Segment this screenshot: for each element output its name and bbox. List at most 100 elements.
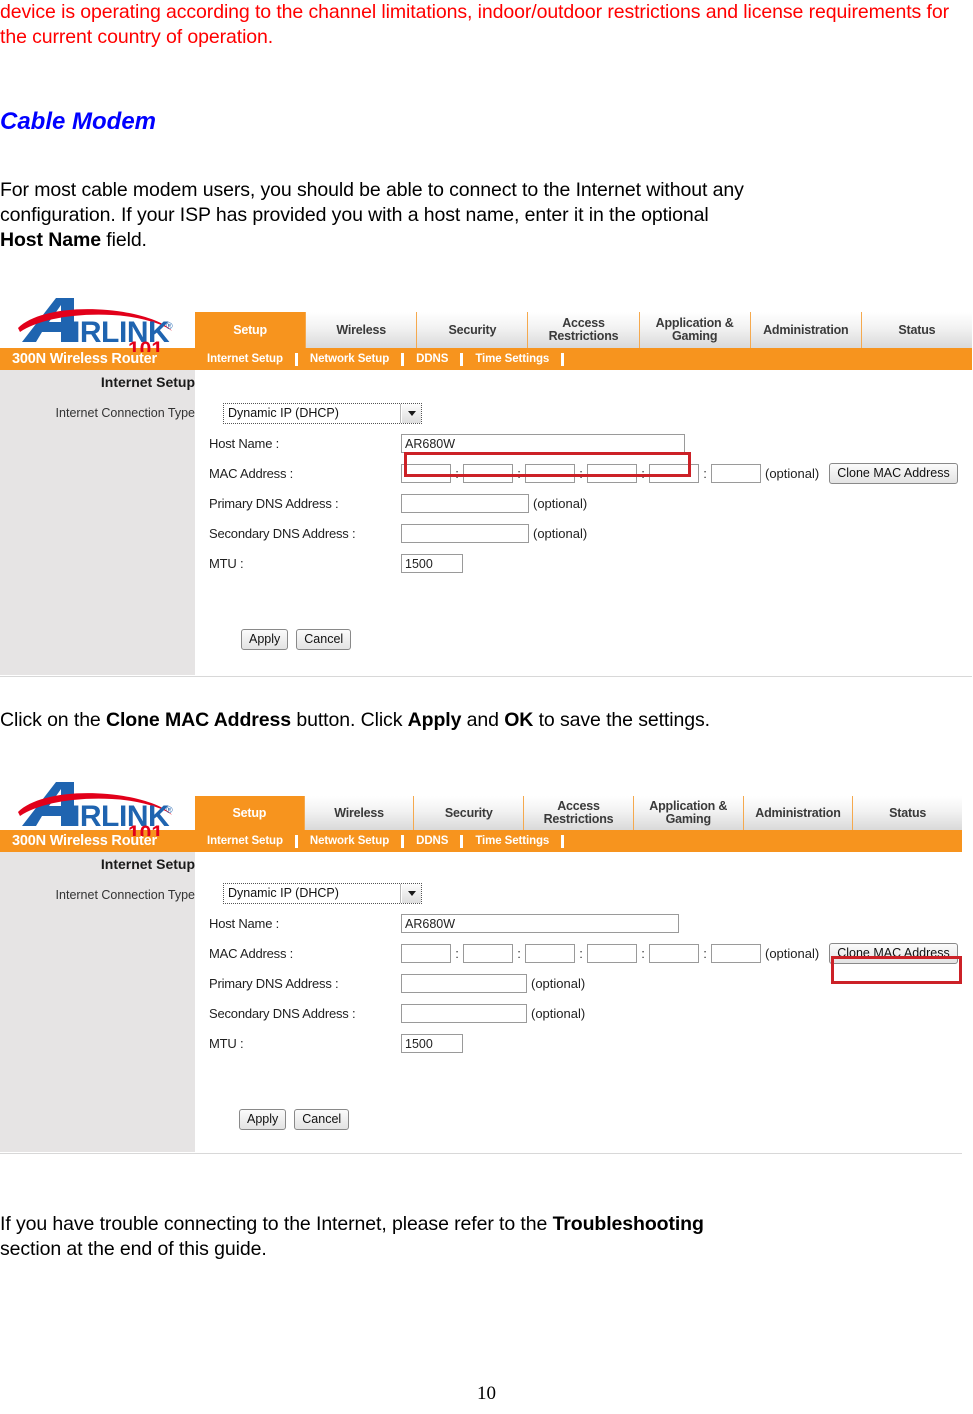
secondary-dns-label: Secondary DNS Address : xyxy=(209,1005,356,1021)
closing-part2: section at the end of this guide. xyxy=(0,1238,267,1260)
tab-access-restrictions[interactable]: Access Restrictions xyxy=(524,796,634,830)
chevron-down-icon[interactable] xyxy=(401,883,421,903)
svg-text:IRL: IRL xyxy=(72,316,119,349)
svg-text:101: 101 xyxy=(128,338,163,352)
tab-administration[interactable]: Administration xyxy=(743,796,854,830)
mac-octet-6[interactable] xyxy=(711,943,761,963)
connection-type-select[interactable]: Dynamic IP (DHCP) xyxy=(223,882,422,904)
router-form-panel: Dynamic IP (DHCP) Host Name : AR680W MAC… xyxy=(195,852,962,1152)
mac-octet-5[interactable] xyxy=(649,943,699,963)
tab-access-restrictions[interactable]: Access Restrictions xyxy=(528,312,640,348)
secondary-dns-input[interactable] xyxy=(401,1003,527,1023)
tab-setup[interactable]: Setup xyxy=(195,796,305,830)
secondary-dns-note: (optional) xyxy=(533,525,588,541)
mtu-input[interactable]: 1500 xyxy=(401,553,463,573)
host-name-input[interactable]: AR680W xyxy=(401,433,685,453)
apply-button[interactable]: Apply xyxy=(239,1108,287,1130)
mac-colon: : xyxy=(703,945,707,961)
closing-part1: If you have trouble connecting to the In… xyxy=(0,1213,553,1235)
cancel-button[interactable]: Cancel xyxy=(294,1108,350,1130)
airlink-logo-icon: IRL INK ® 101 xyxy=(18,782,173,836)
primary-dns-input[interactable] xyxy=(401,493,529,513)
connection-type-select[interactable]: Dynamic IP (DHCP) xyxy=(223,402,422,424)
mac-address-label: MAC Address : xyxy=(209,945,294,961)
mac-octet-2[interactable] xyxy=(463,943,513,963)
chevron-down-icon[interactable] xyxy=(401,403,421,423)
tab-administration[interactable]: Administration xyxy=(750,312,862,348)
mac-colon: : xyxy=(517,945,521,961)
tab-application-gaming-label: Application & Gaming xyxy=(649,799,728,826)
secondary-dns-input[interactable] xyxy=(401,523,529,543)
subnav-ddns[interactable]: DDNS xyxy=(404,353,460,365)
router-side-panel: Internet Setup Internet Connection Type xyxy=(0,852,195,1152)
mac-octet-1[interactable] xyxy=(401,943,451,963)
subnav-internet-setup[interactable]: Internet Setup xyxy=(195,353,295,365)
connection-type-value: Dynamic IP (DHCP) xyxy=(224,403,401,423)
tab-security[interactable]: Security xyxy=(417,312,529,348)
router-subnav[interactable]: Internet Setup Network Setup DDNS Time S… xyxy=(195,352,565,366)
subnav-network-setup[interactable]: Network Setup xyxy=(298,835,401,847)
side-panel-connection-type-label: Internet Connection Type xyxy=(55,406,195,420)
subnav-time-settings[interactable]: Time Settings xyxy=(463,835,561,847)
host-name-input[interactable]: AR680W xyxy=(401,913,679,933)
subnav-internet-setup[interactable]: Internet Setup xyxy=(195,835,295,847)
mac-optional-note: (optional) xyxy=(765,465,820,481)
tab-security[interactable]: Security xyxy=(414,796,525,830)
mac-address-label: MAC Address : xyxy=(209,465,294,481)
svg-text:101: 101 xyxy=(128,822,163,836)
row-mtu: MTU : 1500 xyxy=(209,1028,962,1058)
mac-octet-4[interactable] xyxy=(587,463,637,483)
warning-paragraph: device is operating according to the cha… xyxy=(0,0,973,50)
mac-colon: : xyxy=(641,465,645,481)
mid-caption-part2: button. Click xyxy=(291,709,408,731)
mac-octet-3[interactable] xyxy=(525,463,575,483)
primary-dns-input[interactable] xyxy=(401,973,527,993)
row-host-name: Host Name : AR680W xyxy=(209,428,972,458)
subnav-network-setup[interactable]: Network Setup xyxy=(298,353,401,365)
tab-access-restrictions-label: Access Restrictions xyxy=(548,316,619,343)
mac-octet-1[interactable] xyxy=(401,463,451,483)
mac-octet-2[interactable] xyxy=(463,463,513,483)
router-tab-bar[interactable]: Setup Wireless Security Access Restricti… xyxy=(195,294,972,348)
side-panel-title: Internet Setup xyxy=(100,856,195,872)
mac-octet-4[interactable] xyxy=(587,943,637,963)
subnav-ddns[interactable]: DDNS xyxy=(404,835,460,847)
tab-status-label: Status xyxy=(889,805,927,820)
cancel-button[interactable]: Cancel xyxy=(296,628,352,650)
secondary-dns-label: Secondary DNS Address : xyxy=(209,525,356,541)
row-connection-type: Dynamic IP (DHCP) xyxy=(209,398,972,428)
tab-status[interactable]: Status xyxy=(861,312,972,348)
apply-button[interactable]: Apply xyxy=(241,628,289,650)
subnav-time-settings[interactable]: Time Settings xyxy=(463,353,561,365)
mtu-label: MTU : xyxy=(209,1035,244,1051)
tab-wireless[interactable]: Wireless xyxy=(306,312,418,348)
router-tab-bar[interactable]: Setup Wireless Security Access Restricti… xyxy=(195,778,962,830)
closing-paragraph: If you have trouble connecting to the In… xyxy=(0,1212,973,1262)
clone-mac-address-button[interactable]: Clone MAC Address xyxy=(829,462,958,484)
primary-dns-label: Primary DNS Address : xyxy=(209,495,339,511)
tab-setup[interactable]: Setup xyxy=(195,312,307,348)
clone-mac-address-button[interactable]: Clone MAC Address xyxy=(829,942,958,964)
mtu-input[interactable]: 1500 xyxy=(401,1033,463,1053)
mid-caption-bold-clone-mac: Clone MAC Address xyxy=(106,709,292,731)
mac-octet-5[interactable] xyxy=(649,463,699,483)
mac-octet-6[interactable] xyxy=(711,463,761,483)
mac-optional-note: (optional) xyxy=(765,945,820,961)
tab-application-gaming[interactable]: Application & Gaming xyxy=(639,312,751,348)
tab-status[interactable]: Status xyxy=(853,796,962,830)
intro-line-1: For most cable modem users, you should b… xyxy=(0,179,744,201)
router-side-panel: Internet Setup Internet Connection Type xyxy=(0,370,195,675)
row-primary-dns: Primary DNS Address : (optional) xyxy=(209,968,962,998)
primary-dns-note: (optional) xyxy=(531,975,586,991)
router-subnav[interactable]: Internet Setup Network Setup DDNS Time S… xyxy=(195,834,565,848)
tab-wireless[interactable]: Wireless xyxy=(304,796,415,830)
tab-security-label: Security xyxy=(448,322,497,337)
tab-security-label: Security xyxy=(444,805,493,820)
router-model-name: 300N Wireless Router xyxy=(12,351,157,367)
page-number: 10 xyxy=(477,1383,496,1404)
row-action-buttons: Apply Cancel xyxy=(209,624,972,654)
mac-colon: : xyxy=(579,465,583,481)
mac-octet-3[interactable] xyxy=(525,943,575,963)
tab-application-gaming[interactable]: Application & Gaming xyxy=(633,796,744,830)
row-mac-address: MAC Address : : : : : : (optional) Clone… xyxy=(209,458,972,488)
